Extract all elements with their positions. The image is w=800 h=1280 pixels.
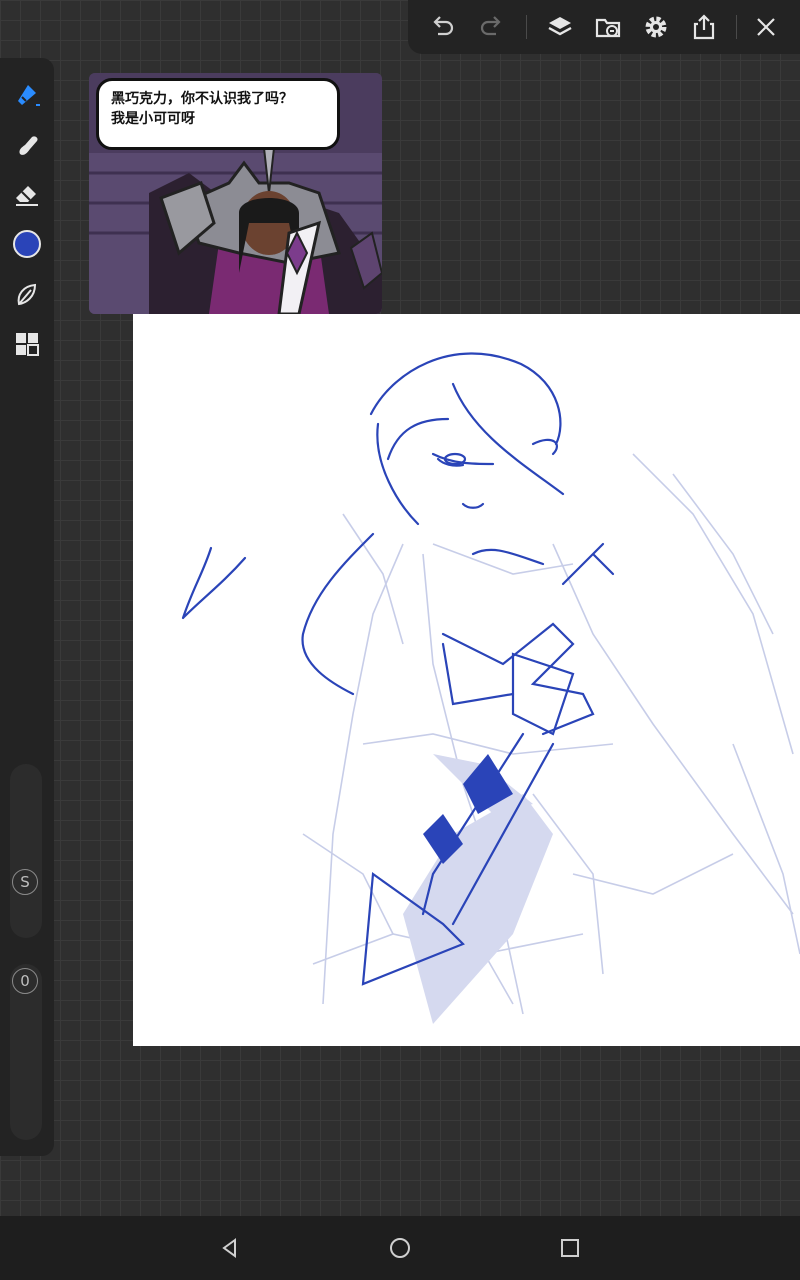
opacity-slider-knob[interactable]: 0: [12, 968, 38, 994]
pen-tool[interactable]: [7, 74, 47, 114]
system-nav-bar: [0, 1216, 800, 1280]
eraser-tool[interactable]: [7, 174, 47, 214]
lasso-icon: [17, 283, 37, 306]
speech-bubble: 黑巧克力，你不认识我了吗？ 我是小可可呀: [96, 78, 340, 150]
eraser-icon: [16, 186, 38, 206]
size-slider-knob[interactable]: S: [12, 869, 38, 895]
back-icon: [222, 1238, 236, 1258]
grid-icon: [16, 333, 39, 356]
tool-sidebar: S 0: [0, 58, 54, 1156]
undo-button[interactable]: [422, 7, 462, 47]
close-button[interactable]: [746, 7, 786, 47]
recents-button[interactable]: [554, 1232, 586, 1264]
redo-button[interactable]: [472, 7, 512, 47]
drawing-canvas[interactable]: [133, 314, 800, 1046]
redo-icon: [480, 16, 501, 36]
pen-icon: [18, 85, 40, 106]
home-button[interactable]: [384, 1232, 416, 1264]
recents-icon: [561, 1239, 579, 1257]
gear-icon: [645, 16, 667, 38]
opacity-slider[interactable]: 0: [10, 964, 42, 1140]
back-button[interactable]: [214, 1232, 246, 1264]
color-swatch: [13, 230, 41, 258]
sketch-drawing: [181, 352, 800, 1024]
smudge-tool[interactable]: [7, 124, 47, 164]
layers-button[interactable]: [540, 7, 580, 47]
gallery-tool[interactable]: [7, 324, 47, 364]
top-toolbar: [408, 0, 800, 54]
color-picker[interactable]: [7, 224, 47, 264]
import-image-icon: [595, 18, 621, 38]
toolbar-divider: [736, 15, 737, 39]
speech-line-2: 我是小可可呀: [111, 111, 195, 127]
speech-line-1: 黑巧克力，你不认识我了吗？: [111, 91, 293, 107]
settings-button[interactable]: [636, 7, 676, 47]
layers-icon: [548, 17, 572, 36]
toolbar-divider: [526, 15, 527, 39]
selection-tool[interactable]: [7, 274, 47, 314]
import-button[interactable]: [588, 7, 628, 47]
close-icon: [757, 18, 775, 36]
undo-icon: [433, 16, 454, 36]
share-icon: [693, 14, 715, 40]
smudge-icon: [19, 136, 38, 155]
share-button[interactable]: [684, 7, 724, 47]
home-icon: [390, 1238, 410, 1258]
brush-size-slider[interactable]: S: [10, 764, 42, 938]
